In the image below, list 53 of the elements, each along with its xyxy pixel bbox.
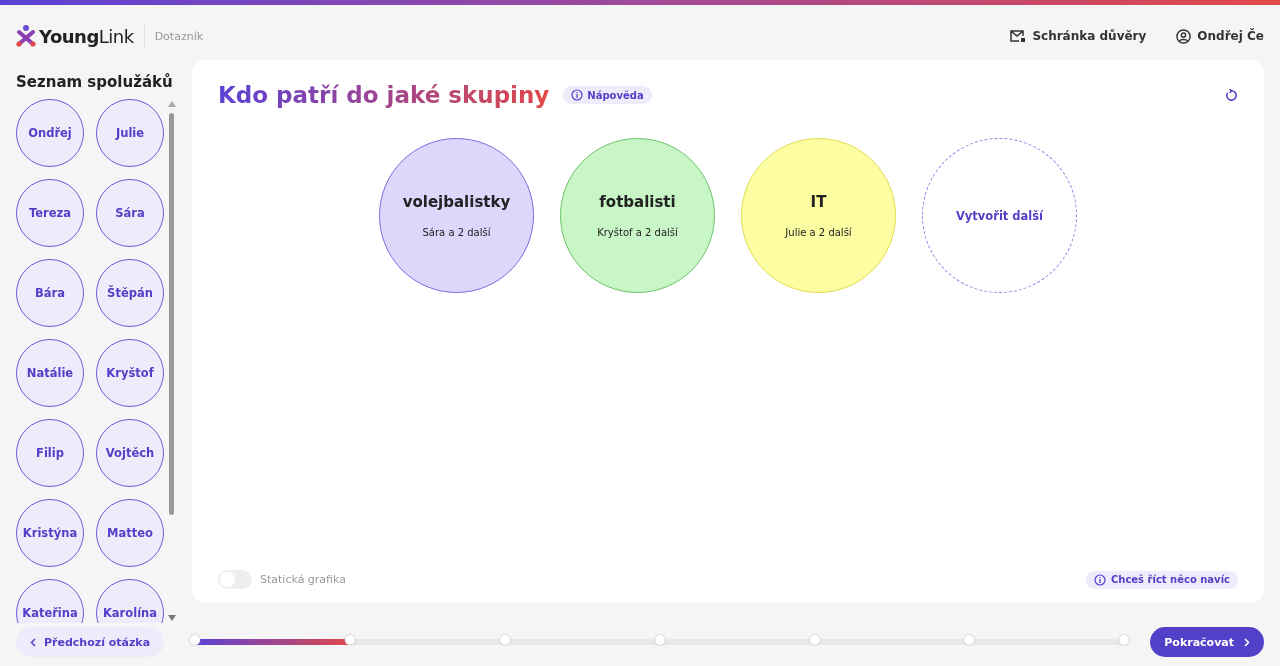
help-button[interactable]: Nápověda [563, 86, 652, 104]
logo-icon [16, 25, 36, 47]
classmate-chip[interactable]: Tereza [16, 179, 84, 247]
classmate-chip[interactable]: Kryštof [96, 339, 164, 407]
classmate-chip[interactable]: Kristýna [16, 499, 84, 567]
create-group-button[interactable]: Vytvořit další [922, 138, 1077, 293]
group-circle[interactable]: IT Julie a 2 další [741, 138, 896, 293]
section-label: Dotazník [154, 29, 204, 43]
progress-step-dot[interactable] [654, 635, 665, 645]
brand-name: YoungLink [39, 25, 134, 47]
sidebar-title: Seznam spolužáků [16, 73, 174, 91]
progress-step-dot[interactable] [190, 635, 201, 645]
header-link[interactable]: Ondřej Če [1176, 28, 1264, 44]
scroll-up-icon[interactable] [168, 101, 176, 107]
chevron-right-icon [1244, 637, 1250, 647]
group-circle[interactable]: volejbalistky Sára a 2 další [379, 138, 534, 293]
previous-button[interactable]: Předchozí otázka [16, 627, 165, 657]
group-circle[interactable]: fotbalisti Kryštof a 2 další [560, 138, 715, 293]
comment-button[interactable]: Chceš říct něco navíc [1085, 570, 1238, 589]
group-name: IT [810, 193, 827, 211]
classmate-chip[interactable]: Vojtěch [96, 419, 164, 487]
classmate-chip[interactable]: Ondřej [16, 99, 84, 167]
classmate-chip[interactable]: Filip [16, 419, 84, 487]
group-members: Sára a 2 další [422, 227, 491, 238]
scroll-thumb[interactable] [169, 113, 174, 515]
classmate-chip[interactable]: Natálie [16, 339, 84, 407]
mail-icon [1010, 29, 1027, 43]
progress-step-dot[interactable] [809, 635, 820, 645]
group-name: volejbalistky [402, 193, 511, 211]
classmate-chip[interactable]: Sára [96, 179, 164, 247]
classmate-chip[interactable]: Kateřina [16, 579, 84, 623]
refresh-icon[interactable] [1225, 88, 1238, 102]
classmate-chip[interactable]: Matteo [96, 499, 164, 567]
classmate-chip[interactable]: Štěpán [96, 259, 164, 327]
progress-step-dot[interactable] [499, 635, 510, 645]
group-members: Kryštof a 2 další [597, 227, 678, 238]
group-name: fotbalisti [599, 193, 676, 211]
header-link[interactable]: Schránka důvěry [1010, 29, 1147, 43]
scroll-down-icon[interactable] [168, 615, 176, 621]
info-icon [1093, 573, 1106, 586]
progress-step-dot[interactable] [1119, 635, 1130, 645]
toggle-label: Statická grafika [260, 573, 346, 586]
user-icon [1176, 28, 1192, 44]
progress-step-dot[interactable] [344, 635, 355, 645]
continue-button[interactable]: Pokračovat [1150, 627, 1264, 657]
progress-step-dot[interactable] [964, 635, 975, 645]
question-title: Kdo patří do jaké skupiny [218, 82, 550, 108]
chevron-left-icon [30, 637, 36, 647]
classmate-chip[interactable]: Karolína [96, 579, 164, 623]
group-members: Julie a 2 další [785, 227, 852, 238]
info-icon [571, 89, 584, 101]
classmate-chip[interactable]: Julie [96, 99, 164, 167]
classmate-chip[interactable]: Bára [16, 259, 84, 327]
